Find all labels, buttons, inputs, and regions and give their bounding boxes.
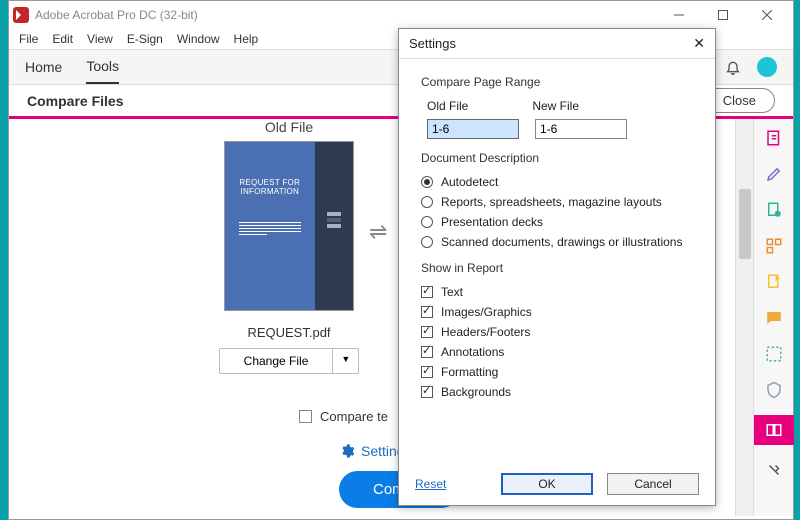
checkbox-icon [421,386,433,398]
show-option-headers[interactable]: Headers/Footers [421,325,693,339]
protect-icon[interactable] [763,379,785,401]
menu-esign[interactable]: E-Sign [127,32,163,46]
doc-desc-option-reports[interactable]: Reports, spreadsheets, magazine layouts [421,195,693,209]
window-title: Adobe Acrobat Pro DC (32-bit) [35,8,657,22]
check-label: Images/Graphics [441,305,532,319]
checkbox-icon [421,286,433,298]
show-option-formatting[interactable]: Formatting [421,365,693,379]
edit-icon[interactable] [763,163,785,185]
checkbox-icon [421,326,433,338]
show-option-text[interactable]: Text [421,285,693,299]
doc-desc-option-scanned[interactable]: Scanned documents, drawings or illustrat… [421,235,693,249]
notifications-icon[interactable] [725,59,741,75]
change-file-label: Change File [220,349,334,373]
doc-desc-option-autodetect[interactable]: Autodetect [421,175,693,189]
doc-thumb-title1: REQUEST FOR [235,178,305,187]
cancel-button[interactable]: Cancel [607,473,699,495]
stamp-icon[interactable] [763,271,785,293]
doc-thumb-title2: INFORMATION [235,187,305,196]
old-file-label: Old File [209,119,369,135]
menu-help[interactable]: Help [234,32,259,46]
compare-text-only-label: Compare te [320,409,388,424]
check-label: Headers/Footers [441,325,530,339]
user-avatar[interactable] [757,57,777,77]
radio-icon [421,216,433,228]
dialog-body: Compare Page Range Old File New File Doc… [399,59,715,411]
scrollbar[interactable] [735,119,753,516]
check-label: Formatting [441,365,498,379]
menu-view[interactable]: View [87,32,113,46]
radio-label: Presentation decks [441,215,543,229]
dialog-titlebar: Settings ✕ [399,29,715,59]
export-icon[interactable] [763,199,785,221]
redact-icon[interactable] [763,343,785,365]
menu-window[interactable]: Window [177,32,220,46]
old-file-block: Old File REQUEST FOR INFORMATION REQUEST… [209,119,369,374]
checkbox-icon [421,366,433,378]
dialog-footer: Reset OK Cancel [415,473,699,495]
app-logo-icon [13,7,29,23]
old-file-range-label: Old File [427,99,468,113]
ok-button[interactable]: OK [501,473,593,495]
maximize-button[interactable] [701,1,745,29]
radio-label: Reports, spreadsheets, magazine layouts [441,195,662,209]
compare-range-label: Compare Page Range [421,75,693,89]
show-option-backgrounds[interactable]: Backgrounds [421,385,693,399]
show-in-report-label: Show in Report [421,261,693,275]
change-file-button[interactable]: Change File ▼ [219,348,360,374]
dialog-title: Settings [409,36,693,51]
new-file-range-label: New File [532,99,579,113]
organize-icon[interactable] [763,235,785,257]
doc-description-label: Document Description [421,151,693,165]
change-file-dropdown[interactable]: ▼ [333,349,358,373]
radio-label: Autodetect [441,175,498,189]
radio-icon [421,196,433,208]
minimize-button[interactable] [657,1,701,29]
old-file-thumbnail[interactable]: REQUEST FOR INFORMATION [224,141,354,311]
more-tools-icon[interactable] [763,459,785,481]
check-label: Text [441,285,463,299]
settings-link[interactable]: Setting [339,443,405,459]
show-option-images[interactable]: Images/Graphics [421,305,693,319]
new-file-range-input[interactable] [535,119,627,139]
close-window-button[interactable] [745,1,789,29]
compare-files-icon[interactable] [754,415,794,445]
radio-icon [421,176,433,188]
doc-desc-option-presentation[interactable]: Presentation decks [421,215,693,229]
checkbox-icon [421,346,433,358]
scrollbar-thumb[interactable] [739,189,751,259]
reset-link[interactable]: Reset [415,477,446,491]
gear-icon [339,443,355,459]
titlebar: Adobe Acrobat Pro DC (32-bit) [9,1,793,29]
menu-file[interactable]: File [19,32,38,46]
comment-icon[interactable] [763,307,785,329]
checkbox-icon [421,306,433,318]
radio-label: Scanned documents, drawings or illustrat… [441,235,682,249]
tab-home[interactable]: Home [25,51,62,83]
tab-tools[interactable]: Tools [86,50,119,84]
doc-thumb-strip [315,142,353,310]
window-controls [657,1,789,29]
swap-files-icon[interactable]: ⇌ [369,219,387,245]
radio-icon [421,236,433,248]
old-file-name: REQUEST.pdf [209,325,369,340]
dialog-close-button[interactable]: ✕ [693,35,705,52]
doc-thumb-page: REQUEST FOR INFORMATION [225,142,315,310]
show-option-annotations[interactable]: Annotations [421,345,693,359]
compare-text-only-row: Compare te [299,409,388,424]
create-pdf-icon[interactable] [763,127,785,149]
menu-edit[interactable]: Edit [52,32,73,46]
check-label: Backgrounds [441,385,511,399]
check-label: Annotations [441,345,504,359]
right-tool-rail [753,119,793,516]
old-file-range-input[interactable] [427,119,519,139]
compare-text-only-checkbox[interactable] [299,410,312,423]
settings-dialog: Settings ✕ Compare Page Range Old File N… [398,28,716,506]
